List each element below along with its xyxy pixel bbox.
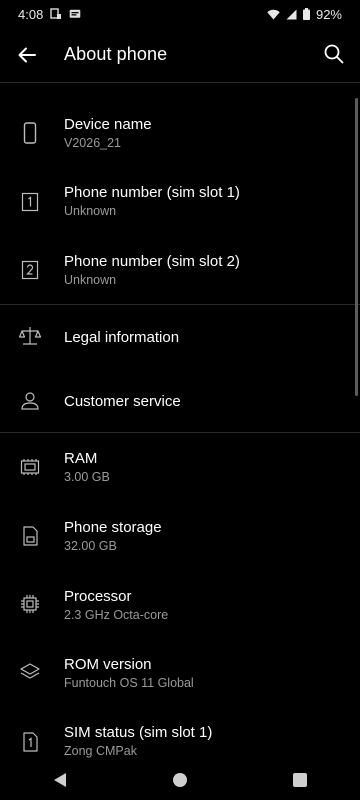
item-value: Funtouch OS 11 Global [64,676,194,690]
battery-percent: 92% [315,6,342,22]
item-value: 32.00 GB [64,539,117,553]
list-item-phone-number-sim-1[interactable]: Phone number (sim slot 1) Unknown [0,168,360,236]
page-title: About phone [64,44,168,64]
layers-icon [18,660,42,684]
item-label: SIM status (sim slot 1) [64,724,213,741]
item-label: Phone number (sim slot 1) [64,184,240,201]
item-label: ROM version [64,656,152,673]
item-value: 3.00 GB [64,470,110,484]
list-item-ram[interactable]: RAM 3.00 GB [0,433,360,501]
item-label: Phone number (sim slot 2) [64,253,240,270]
message-icon [69,9,81,19]
wifi-icon [267,9,280,20]
person-icon [18,389,42,413]
signal-icon [286,9,297,20]
sim-icon [50,8,62,20]
list-item-legal-information[interactable]: Legal information [0,305,360,369]
battery-icon [302,8,310,20]
status-bar-left: 4:08 [18,7,81,22]
item-value: Unknown [64,204,117,218]
list-item-phone-storage[interactable]: Phone storage 32.00 GB [0,501,360,569]
item-value: 2.3 GHz Octa-core [64,608,169,622]
list-item-rom-version[interactable]: ROM version Funtouch OS 11 Global [0,639,360,707]
navigation-bar [0,759,360,800]
storage-icon [18,524,42,548]
arrow-left-icon[interactable] [14,42,40,68]
list-item-processor[interactable]: Processor 2.3 GHz Octa-core [0,570,360,638]
phone-icon [18,121,42,145]
status-bar: 4:08 92% [0,0,360,28]
app-bar: About phone [0,28,360,82]
item-value: Zong CMPak [64,744,137,758]
item-label: Customer service [64,393,181,410]
sim-slot-1-icon [18,190,42,214]
list-item-phone-number-sim-2[interactable]: Phone number (sim slot 2) Unknown [0,237,360,305]
scrollbar[interactable] [355,98,358,396]
item-label: Processor [64,588,132,605]
home-icon[interactable] [160,766,200,794]
settings-list: Device name V2026_21 Phone number (sim s… [0,83,360,759]
item-label: RAM [64,450,98,467]
item-value: V2026_21 [64,136,122,150]
list-item-customer-service[interactable]: Customer service [0,369,360,433]
status-bar-right: 92% [267,7,342,22]
back-icon[interactable] [40,766,80,794]
memory-icon [18,455,42,479]
scale-icon [18,324,42,348]
processor-icon [18,592,42,616]
search-icon[interactable] [322,42,346,66]
sim-slot-2-icon [18,258,42,282]
recents-icon[interactable] [280,766,320,794]
sim-card-1-icon [18,730,42,754]
status-time: 4:08 [18,6,44,22]
item-label: Legal information [64,329,180,346]
item-label: Phone storage [64,519,162,536]
item-label: Device name [64,116,152,133]
list-item-sim-status[interactable]: SIM status (sim slot 1) Zong CMPak [0,707,360,759]
item-value: Unknown [64,273,117,287]
list-item-device-name[interactable]: Device name V2026_21 [0,83,360,151]
